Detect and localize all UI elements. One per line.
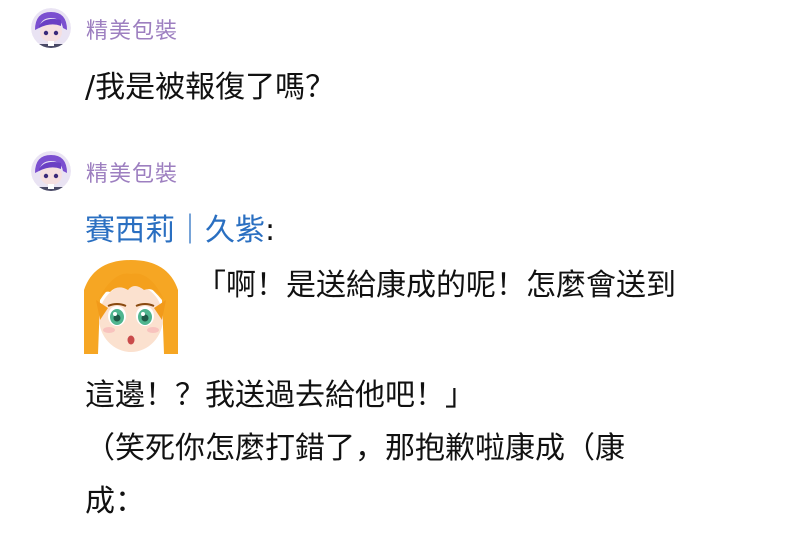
speaker-label: 賽西莉｜久紫: xyxy=(85,211,275,251)
purple-hair-character-avatar-icon[interactable] xyxy=(31,151,71,191)
message-text: （笑死你怎麼打錯了，那抱歉啦康成（康 xyxy=(85,431,625,466)
portrait-dialogue-text: 「啊！是送給康成的呢！怎麼會送到 xyxy=(196,268,676,303)
message-text: 這邊！？我送過去給他吧！」 xyxy=(85,378,475,413)
message-text: 成： xyxy=(85,484,145,519)
speaker-name: 賽西莉｜久紫 xyxy=(85,213,265,248)
sender-name[interactable]: 精美包裝 xyxy=(86,160,178,190)
chat-message: 精美包裝 賽西莉｜久紫: 「啊！是送給康成的呢！怎麼會送到 這邊！？我送過去給他… xyxy=(0,0,808,533)
speaker-colon: : xyxy=(265,213,276,248)
orange-hair-girl-portrait-icon xyxy=(84,260,178,354)
